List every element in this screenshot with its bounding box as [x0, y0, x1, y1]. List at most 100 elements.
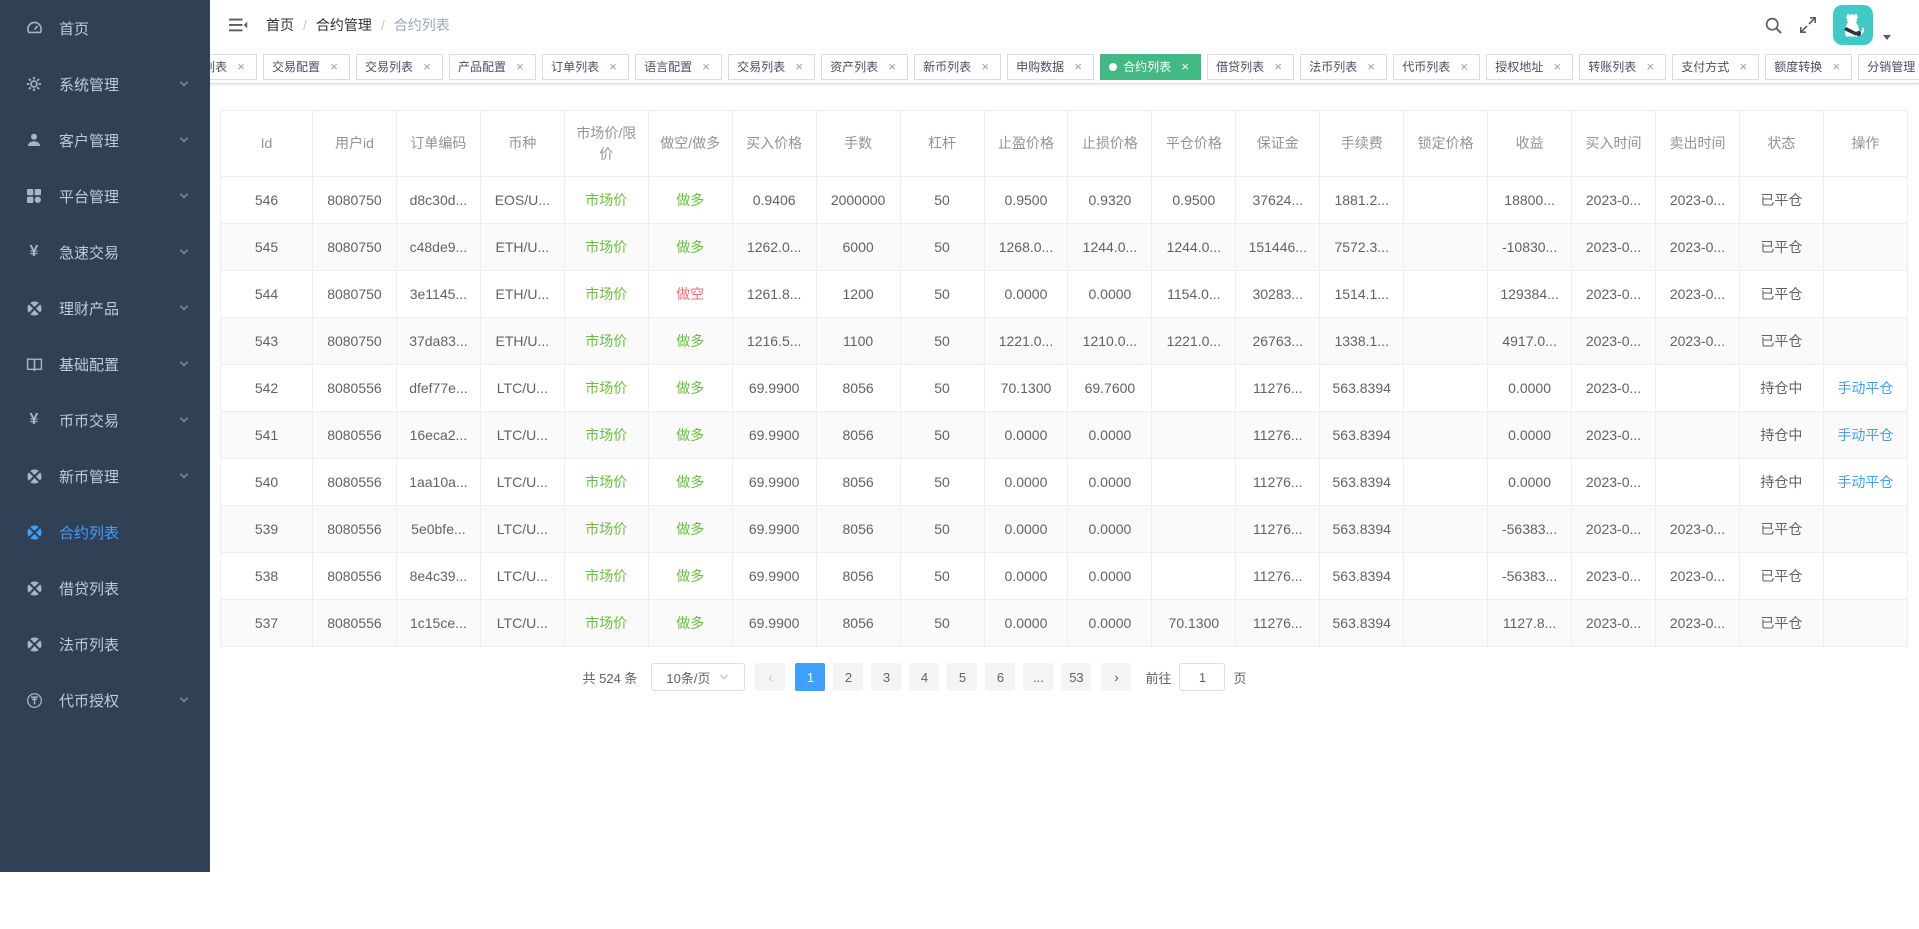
sidebar-item-9[interactable]: 合约列表	[0, 504, 210, 560]
cell: 8056	[816, 365, 900, 412]
tab-13[interactable]: 代币列表×	[1393, 54, 1480, 80]
cell: dfef77e...	[396, 365, 480, 412]
close-icon[interactable]: ×	[513, 60, 527, 74]
sidebar-item-0[interactable]: 首页	[0, 0, 210, 56]
prev-page-button[interactable]: ‹	[755, 663, 785, 691]
breadcrumb-home[interactable]: 首页	[266, 15, 294, 35]
cell: 0.0000	[1068, 412, 1152, 459]
close-icon[interactable]: ×	[978, 60, 992, 74]
cell: 26763...	[1236, 318, 1320, 365]
search-icon[interactable]	[1764, 16, 1783, 35]
page-button-2[interactable]: 2	[833, 663, 863, 691]
sidebar-item-8[interactable]: 新币管理	[0, 448, 210, 504]
tab-label: 借贷列表	[1216, 58, 1264, 75]
breadcrumb-contract-management[interactable]: 合约管理	[316, 15, 372, 35]
tab-4[interactable]: 订单列表×	[542, 54, 629, 80]
cell: 0.0000	[1068, 553, 1152, 600]
hamburger-menu-icon[interactable]	[228, 15, 248, 35]
close-icon[interactable]: ×	[1364, 60, 1378, 74]
user-menu[interactable]	[1833, 5, 1893, 45]
direction-cell: 做多	[648, 459, 732, 506]
manual-close-link[interactable]: 手动平仓	[1823, 365, 1907, 412]
cell: 11276...	[1236, 600, 1320, 647]
tab-17[interactable]: 额度转换×	[1765, 54, 1852, 80]
column-header-0: Id	[221, 111, 313, 177]
manual-close-link[interactable]: 手动平仓	[1823, 412, 1907, 459]
tab-6[interactable]: 交易列表×	[728, 54, 815, 80]
close-icon[interactable]: ×	[234, 60, 248, 74]
cell	[1823, 553, 1907, 600]
sidebar-item-5[interactable]: 理财产品	[0, 280, 210, 336]
tab-10[interactable]: 合约列表×	[1100, 54, 1201, 80]
tab-9[interactable]: 申购数据×	[1007, 54, 1094, 80]
cell	[1404, 553, 1488, 600]
cell: 1aa10a...	[396, 459, 480, 506]
tab-8[interactable]: 新币列表×	[914, 54, 1001, 80]
sidebar-item-4[interactable]: ¥急速交易	[0, 224, 210, 280]
caret-down-icon[interactable]	[1881, 31, 1893, 45]
page-button-53[interactable]: 53	[1061, 663, 1091, 691]
cell	[1823, 177, 1907, 224]
close-icon[interactable]: ×	[1271, 60, 1285, 74]
tab-label: 法币列表	[1309, 58, 1357, 75]
tab-2[interactable]: 交易列表×	[356, 54, 443, 80]
column-header-10: 止损价格	[1068, 111, 1152, 177]
page-button-4[interactable]: 4	[909, 663, 939, 691]
grid-icon	[25, 187, 43, 205]
page-button-1[interactable]: 1	[795, 663, 825, 691]
close-icon[interactable]: ×	[1643, 60, 1657, 74]
sidebar-item-11[interactable]: 法币列表	[0, 616, 210, 672]
fullscreen-icon[interactable]	[1799, 16, 1817, 34]
cell: 0.0000	[1068, 506, 1152, 553]
cell: 0.0000	[984, 271, 1068, 318]
close-icon[interactable]: ×	[1178, 60, 1192, 74]
close-icon[interactable]: ×	[1457, 60, 1471, 74]
sidebar-item-3[interactable]: 平台管理	[0, 168, 210, 224]
tab-18[interactable]: 分销管理×	[1858, 54, 1919, 80]
close-icon[interactable]: ×	[699, 60, 713, 74]
tab-1[interactable]: 交易配置×	[263, 54, 350, 80]
close-icon[interactable]: ×	[327, 60, 341, 74]
close-icon[interactable]: ×	[1736, 60, 1750, 74]
sidebar-item-7[interactable]: ¥币币交易	[0, 392, 210, 448]
tab-0[interactable]: 列表×	[210, 54, 257, 80]
manual-close-link[interactable]: 手动平仓	[1823, 459, 1907, 506]
more-pages-button[interactable]: ...	[1023, 663, 1053, 691]
segmented-circle-icon	[25, 579, 43, 597]
tab-5[interactable]: 语言配置×	[635, 54, 722, 80]
goto-page-input[interactable]	[1179, 663, 1225, 691]
tab-7[interactable]: 资产列表×	[821, 54, 908, 80]
page-size-select[interactable]: 10条/页	[651, 663, 745, 691]
sidebar-item-6[interactable]: 基础配置	[0, 336, 210, 392]
page-button-3[interactable]: 3	[871, 663, 901, 691]
sidebar-item-10[interactable]: 借贷列表	[0, 560, 210, 616]
tab-16[interactable]: 支付方式×	[1672, 54, 1759, 80]
avatar[interactable]	[1833, 5, 1873, 45]
close-icon[interactable]: ×	[885, 60, 899, 74]
close-icon[interactable]: ×	[420, 60, 434, 74]
tab-11[interactable]: 借贷列表 ×	[1207, 54, 1294, 80]
tab-14[interactable]: 授权地址×	[1486, 54, 1573, 80]
sidebar-item-2[interactable]: 客户管理	[0, 112, 210, 168]
cell: 50	[900, 271, 984, 318]
cell: 已平仓	[1739, 506, 1823, 553]
close-icon[interactable]: ×	[1829, 60, 1843, 74]
page-button-5[interactable]: 5	[947, 663, 977, 691]
cell: 0.0000	[984, 506, 1068, 553]
cell: 已平仓	[1739, 600, 1823, 647]
tab-3[interactable]: 产品配置×	[449, 54, 536, 80]
page-button-6[interactable]: 6	[985, 663, 1015, 691]
tab-15[interactable]: 转账列表×	[1579, 54, 1666, 80]
cell: 0.0000	[1068, 600, 1152, 647]
close-icon[interactable]: ×	[1550, 60, 1564, 74]
close-icon[interactable]: ×	[792, 60, 806, 74]
cell: 1261.8...	[732, 271, 816, 318]
sidebar-item-12[interactable]: 代币授权	[0, 672, 210, 728]
cell: LTC/U...	[480, 459, 564, 506]
close-icon[interactable]: ×	[606, 60, 620, 74]
close-icon[interactable]: ×	[1071, 60, 1085, 74]
tab-12[interactable]: 法币列表 ×	[1300, 54, 1387, 80]
cell: 已平仓	[1739, 177, 1823, 224]
sidebar-item-1[interactable]: 系统管理	[0, 56, 210, 112]
next-page-button[interactable]: ›	[1101, 663, 1131, 691]
